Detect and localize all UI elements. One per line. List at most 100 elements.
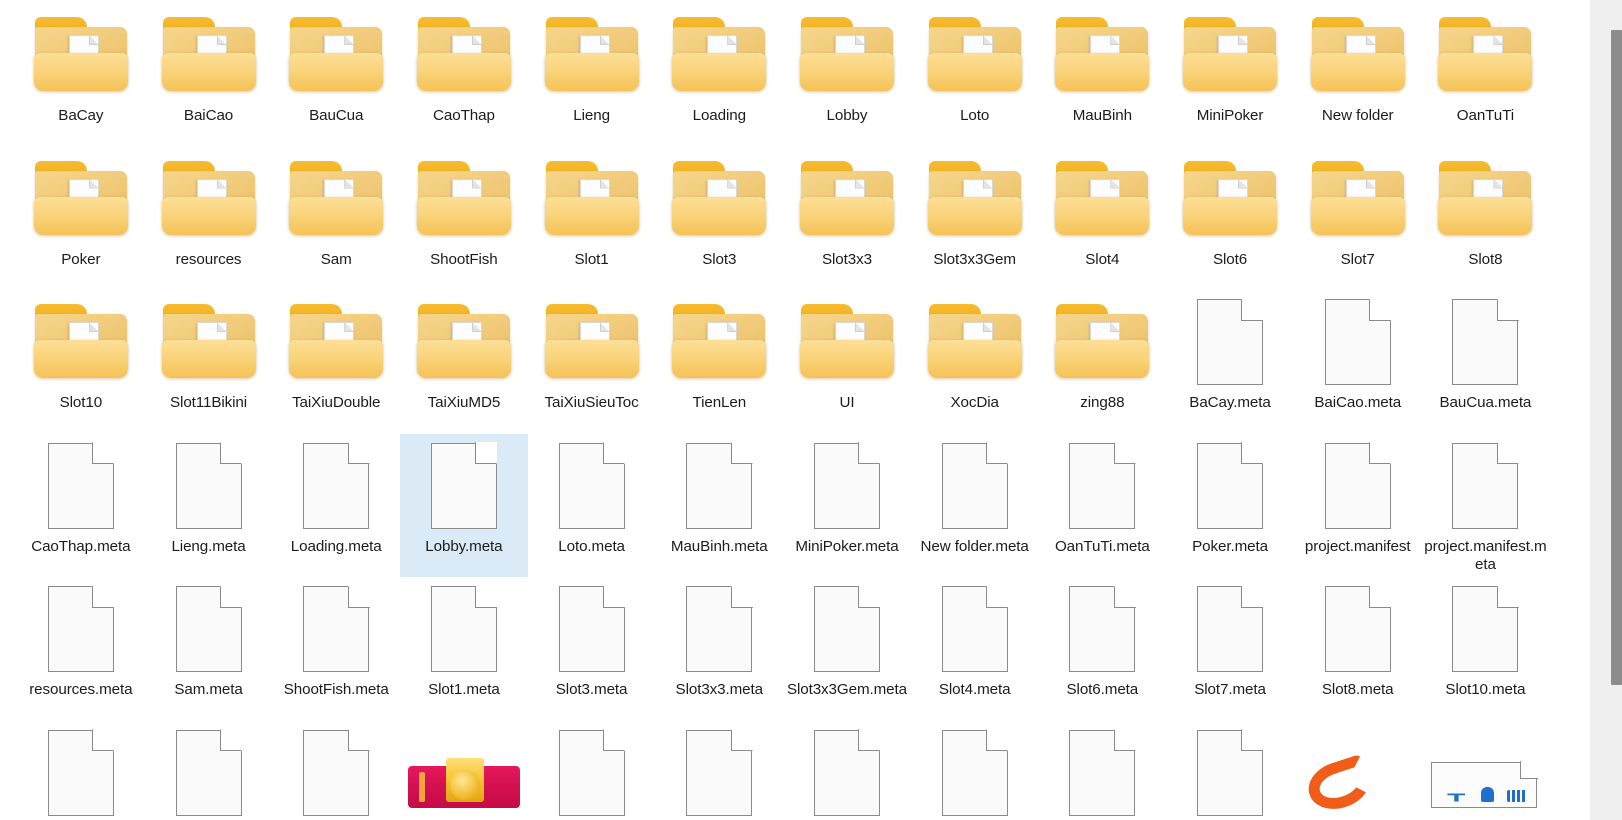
grid-item[interactable]: Loading.meta (272, 434, 400, 578)
item-icon-wrap (1039, 577, 1167, 681)
folder-front (162, 53, 256, 91)
grid-item[interactable]: New folder.meta (911, 434, 1039, 578)
grid-item[interactable]: MauBinh (1039, 3, 1167, 147)
item-icon-wrap (17, 721, 145, 820)
item-label: TienLen (657, 394, 781, 413)
grid-item[interactable]: Slot3 (655, 147, 783, 291)
grid-item[interactable]: Lieng.meta (145, 434, 273, 578)
grid-item[interactable] (911, 721, 1039, 820)
grid-item[interactable]: Slot10.meta (1422, 577, 1550, 721)
item-label: Loto.meta (530, 538, 654, 557)
grid-item[interactable]: Lobby (783, 3, 911, 147)
grid-item[interactable]: zing88 (1039, 290, 1167, 434)
folder-icon (414, 15, 514, 95)
grid-item[interactable]: OanTuTi (1422, 3, 1550, 147)
grid-item[interactable] (528, 721, 656, 820)
grid-item[interactable]: TaiXiuMD5 (400, 290, 528, 434)
grid-item[interactable]: Slot1 (528, 147, 656, 291)
grid-item[interactable]: MiniPoker.meta (783, 434, 911, 578)
grid-item[interactable] (1166, 721, 1294, 820)
grid-item[interactable]: UI (783, 290, 911, 434)
grid-item[interactable]: Slot3x3Gem (911, 147, 1039, 291)
grid-item-selected[interactable]: Lobby.meta (400, 434, 528, 578)
grid-item[interactable]: Slot4.meta (911, 577, 1039, 721)
folder-front (1055, 340, 1149, 378)
grid-item[interactable]: project.manifest.meta (1422, 434, 1550, 578)
grid-item[interactable]: OanTuTi.meta (1039, 434, 1167, 578)
grid-item[interactable] (1294, 721, 1422, 820)
scrollbar-thumb[interactable] (1611, 30, 1622, 685)
grid-item[interactable] (400, 721, 528, 820)
grid-item[interactable]: Loto.meta (528, 434, 656, 578)
grid-item[interactable]: TaiXiuDouble (272, 290, 400, 434)
folder-front (34, 340, 128, 378)
item-icon-wrap (655, 290, 783, 394)
grid-item[interactable]: project.manifest (1294, 434, 1422, 578)
grid-item[interactable]: Slot3x3Gem.meta (783, 577, 911, 721)
grid-item[interactable]: Lieng (528, 3, 656, 147)
grid-item[interactable]: Slot4 (1039, 147, 1167, 291)
grid-item[interactable]: BauCua.meta (1422, 290, 1550, 434)
grid-item[interactable]: Slot1.meta (400, 577, 528, 721)
grid-item[interactable] (1039, 721, 1167, 820)
red-banner-graphic (408, 766, 520, 808)
grid-item[interactable]: MauBinh.meta (655, 434, 783, 578)
grid-item[interactable]: MiniPoker (1166, 3, 1294, 147)
grid-item[interactable]: Slot3.meta (528, 577, 656, 721)
grid-item[interactable] (17, 721, 145, 820)
item-icon-wrap (272, 3, 400, 107)
grid-item[interactable]: ShootFish (400, 147, 528, 291)
grid-item[interactable]: Sam.meta (145, 577, 273, 721)
grid-item[interactable]: Slot6.meta (1039, 577, 1167, 721)
grid-item[interactable]: BaCay.meta (1166, 290, 1294, 434)
grid-item[interactable] (783, 721, 911, 820)
grid-item[interactable] (1422, 721, 1550, 820)
grid-item[interactable]: Slot3x3.meta (655, 577, 783, 721)
folder-icon (797, 159, 897, 239)
grid-item[interactable]: Slot7.meta (1166, 577, 1294, 721)
item-icon-wrap (783, 577, 911, 681)
grid-item[interactable]: BaiCao.meta (1294, 290, 1422, 434)
grid-item[interactable]: Slot7 (1294, 147, 1422, 291)
item-label: Slot4 (1040, 251, 1164, 270)
folder-icon (1435, 15, 1535, 95)
grid-item[interactable]: BauCua (272, 3, 400, 147)
grid-item[interactable]: Poker.meta (1166, 434, 1294, 578)
grid-item[interactable]: BaiCao (145, 3, 273, 147)
grid-item[interactable]: Loading (655, 3, 783, 147)
scrollbar-track[interactable] (1590, 0, 1622, 820)
grid-item[interactable]: Sam (272, 147, 400, 291)
folder-front (34, 197, 128, 235)
grid-item[interactable]: CaoThap (400, 3, 528, 147)
file-grid-pane[interactable]: BaCayBaiCaoBauCuaCaoThapLiengLoadingLobb… (0, 0, 1576, 820)
grid-item[interactable]: Slot6 (1166, 147, 1294, 291)
grid-item[interactable]: resources (145, 147, 273, 291)
grid-item[interactable]: New folder (1294, 3, 1422, 147)
grid-item[interactable] (145, 721, 273, 820)
file-icon (303, 586, 369, 672)
grid-item[interactable]: XocDia (911, 290, 1039, 434)
grid-item[interactable] (655, 721, 783, 820)
vertical-scrollbar[interactable] (1576, 0, 1622, 820)
grid-item[interactable]: TienLen (655, 290, 783, 434)
grid-item[interactable]: Slot10 (17, 290, 145, 434)
grid-item[interactable]: Poker (17, 147, 145, 291)
item-label: TaiXiuDouble (274, 394, 398, 413)
item-label: Lieng.meta (147, 538, 271, 557)
file-icon (559, 586, 625, 672)
grid-item[interactable]: TaiXiuSieuToc (528, 290, 656, 434)
item-icon-wrap (1166, 577, 1294, 681)
grid-item[interactable]: Slot8.meta (1294, 577, 1422, 721)
grid-item[interactable]: BaCay (17, 3, 145, 147)
grid-item[interactable]: Slot11Bikini (145, 290, 273, 434)
grid-item[interactable]: Slot3x3 (783, 147, 911, 291)
folder-icon (31, 302, 131, 382)
grid-item[interactable]: Loto (911, 3, 1039, 147)
grid-item[interactable]: Slot8 (1422, 147, 1550, 291)
grid-item[interactable]: CaoThap.meta (17, 434, 145, 578)
grid-item[interactable]: resources.meta (17, 577, 145, 721)
grid-item[interactable] (272, 721, 400, 820)
grid-item[interactable]: ShootFish.meta (272, 577, 400, 721)
item-icon-wrap (1422, 434, 1550, 538)
item-label: zing88 (1040, 394, 1164, 413)
